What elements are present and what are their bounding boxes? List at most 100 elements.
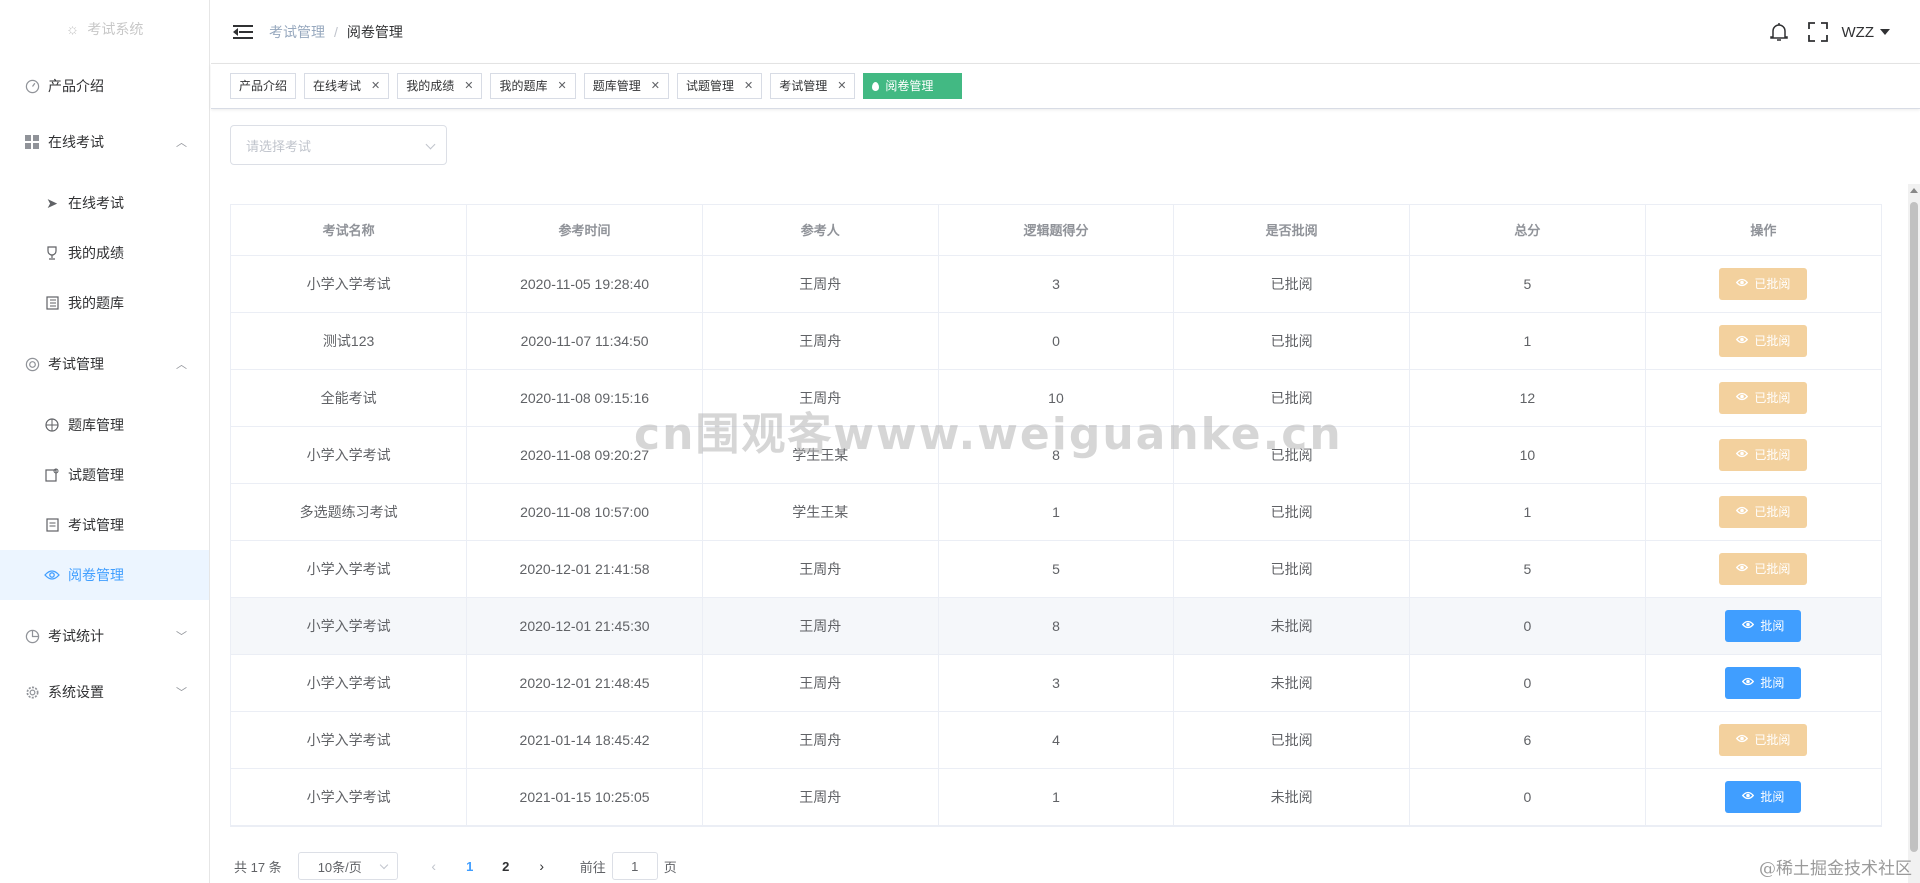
close-icon[interactable]: ✕ xyxy=(558,74,567,98)
eye-icon xyxy=(1736,392,1749,404)
goto-page-input[interactable] xyxy=(611,852,658,880)
close-icon[interactable]: ✕ xyxy=(371,74,380,98)
scrollbar-thumb[interactable] xyxy=(1910,202,1918,852)
table-cell: 小学入学考试 xyxy=(231,540,468,598)
compass-icon xyxy=(44,418,60,432)
tag-paper-review[interactable]: 阅卷管理 xyxy=(863,73,963,99)
tag-online-exam[interactable]: 在线考试 ✕ xyxy=(304,73,390,99)
sidebar-subitem-question-bank-management[interactable]: 题库管理 xyxy=(0,400,209,450)
reviewed-button[interactable]: 已批阅 xyxy=(1719,381,1808,414)
sidebar-item-system-settings[interactable]: 系统设置 ﹀ xyxy=(0,664,209,720)
button-label: 已批阅 xyxy=(1754,391,1791,405)
table-cell: 小学入学考试 xyxy=(231,711,468,769)
table-cell: 已批阅 xyxy=(1645,426,1881,484)
sidebar-subitem-exam-management[interactable]: 考试管理 xyxy=(0,500,209,550)
trophy-icon xyxy=(44,246,60,260)
next-page-button[interactable]: › xyxy=(524,858,560,874)
breadcrumb-separator: / xyxy=(334,23,338,40)
close-icon[interactable]: ✕ xyxy=(744,74,753,98)
breadcrumb-item[interactable]: 考试管理 xyxy=(269,22,325,42)
tag-question-management[interactable]: 试题管理 ✕ xyxy=(676,73,763,99)
tag-my-scores[interactable]: 我的成绩 ✕ xyxy=(397,73,483,99)
table-cell: 已批阅 xyxy=(1645,540,1881,598)
table-cell: 测试123 xyxy=(231,312,468,370)
reviewed-button[interactable]: 已批阅 xyxy=(1719,495,1808,528)
user-dropdown[interactable]: WZZ xyxy=(1842,24,1890,41)
reviewed-button[interactable]: 已批阅 xyxy=(1719,324,1808,357)
table-cell: 10 xyxy=(938,369,1175,427)
table-cell: 已批阅 xyxy=(1645,483,1881,541)
sidebar-toggle-icon[interactable] xyxy=(233,24,253,40)
close-icon[interactable]: ✕ xyxy=(837,74,846,98)
button-label: 批阅 xyxy=(1760,676,1785,690)
reviewed-button[interactable]: 已批阅 xyxy=(1719,552,1808,585)
table-cell: 小学入学考试 xyxy=(231,768,468,826)
review-button[interactable]: 批阅 xyxy=(1725,780,1802,813)
table-cell: 已批阅 xyxy=(1173,369,1411,427)
reviewed-button[interactable]: 已批阅 xyxy=(1719,723,1808,756)
tag-exam-management[interactable]: 考试管理 ✕ xyxy=(770,73,856,99)
breadcrumb: 考试管理 / 阅卷管理 xyxy=(269,22,403,42)
gear-icon xyxy=(24,684,40,700)
sidebar-item-online-exam[interactable]: 在线考试 ︿ xyxy=(0,114,209,170)
table-cell: 已批阅 xyxy=(1645,711,1881,769)
table-cell: 2020-12-01 21:41:58 xyxy=(466,540,703,598)
sidebar-subitem-question-management[interactable]: 试题管理 xyxy=(0,450,209,500)
tag-product-intro[interactable]: 产品介绍 xyxy=(230,73,297,99)
table-cell: 3 xyxy=(938,654,1175,712)
column-header: 参考时间 xyxy=(466,205,703,256)
page-size-select[interactable]: 10条/页 xyxy=(297,852,398,880)
table-cell: 6 xyxy=(1409,711,1646,769)
table-row: 测试123 2020-11-07 11:34:50 王周舟 0 已批阅 1 已批阅 xyxy=(231,312,1881,370)
reviewed-button[interactable]: 已批阅 xyxy=(1719,438,1808,471)
table-cell: 多选题练习考试 xyxy=(231,483,468,541)
page-number[interactable]: 2 xyxy=(488,859,524,874)
sidebar-subitem-my-question-bank[interactable]: 我的题库 xyxy=(0,278,209,328)
vertical-scrollbar[interactable] xyxy=(1908,184,1920,883)
table-cell: 王周舟 xyxy=(702,369,939,427)
table-cell: 学生王某 xyxy=(702,426,939,484)
sidebar-item-exam-statistics[interactable]: 考试统计 ﹀ xyxy=(0,608,209,664)
close-icon[interactable]: ✕ xyxy=(464,74,473,98)
tag-question-bank-management[interactable]: 题库管理 ✕ xyxy=(583,73,669,99)
sidebar-item-label: 在线考试 xyxy=(48,134,104,150)
sidebar-subitem-paper-review[interactable]: 阅卷管理 xyxy=(0,550,209,600)
review-button[interactable]: 批阅 xyxy=(1725,609,1802,642)
table-cell: 2020-11-05 19:28:40 xyxy=(466,255,703,313)
table-cell: 12 xyxy=(1409,369,1646,427)
table-cell: 已批阅 xyxy=(1173,711,1411,769)
table-cell: 8 xyxy=(938,426,1175,484)
reviewed-button[interactable]: 已批阅 xyxy=(1719,267,1808,300)
table-cell: 0 xyxy=(938,312,1175,370)
table-cell: 0 xyxy=(1409,597,1646,655)
sidebar-subitem-my-scores[interactable]: 我的成绩 xyxy=(0,228,209,278)
table-cell: 王周舟 xyxy=(702,654,939,712)
sidebar-item-exam-management[interactable]: 考试管理 ︿ xyxy=(0,336,209,392)
table-cell: 8 xyxy=(938,597,1175,655)
sidebar-item-product-intro[interactable]: 产品介绍 xyxy=(0,58,209,114)
exam-select[interactable]: 请选择考试 xyxy=(230,125,447,165)
table-cell: 小学入学考试 xyxy=(231,426,468,484)
sidebar-subitem-label: 题库管理 xyxy=(68,417,124,433)
chevron-up-icon: ︿ xyxy=(176,137,187,149)
fullscreen-icon[interactable] xyxy=(1807,22,1828,42)
submenu-online-exam: ➤ 在线考试 我的成绩 我的题库 xyxy=(0,170,209,336)
tag-label: 考试管理 xyxy=(779,79,828,93)
table-cell: 1 xyxy=(1409,483,1646,541)
logo: ☼ 考试系统 xyxy=(0,0,209,58)
table-cell: 5 xyxy=(1409,540,1646,598)
scroll-up-arrow-icon[interactable] xyxy=(1910,188,1918,193)
table-cell: 2020-11-08 09:15:16 xyxy=(466,369,703,427)
notebook-icon xyxy=(44,296,60,310)
review-button[interactable]: 批阅 xyxy=(1725,666,1802,699)
bell-icon[interactable] xyxy=(1768,21,1790,43)
sidebar-subitem-online-exam[interactable]: ➤ 在线考试 xyxy=(0,178,209,228)
tag-label: 试题管理 xyxy=(685,79,734,93)
page-number[interactable]: 1 xyxy=(452,859,488,874)
table-cell: 已批阅 xyxy=(1173,540,1411,598)
tag-my-question-bank[interactable]: 我的题库 ✕ xyxy=(490,73,576,99)
prev-page-button[interactable]: ‹ xyxy=(416,858,452,874)
chevron-down-icon: ﹀ xyxy=(176,631,187,643)
close-icon[interactable]: ✕ xyxy=(651,74,660,98)
chevron-down-icon xyxy=(379,860,388,870)
